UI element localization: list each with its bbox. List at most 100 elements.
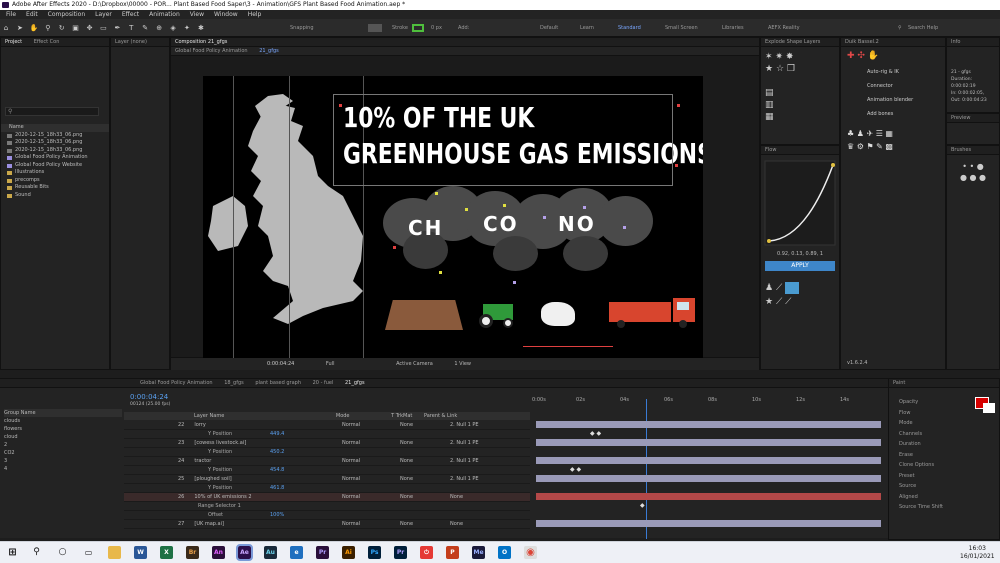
search-help[interactable]: Search Help — [908, 25, 938, 31]
rig-icon[interactable]: ✣ — [857, 51, 865, 61]
tab-preview[interactable]: Preview — [947, 114, 999, 123]
explode-star-icon[interactable]: ✸ — [786, 52, 794, 62]
illustrator-icon[interactable]: Ai — [342, 546, 355, 559]
project-item[interactable]: 2020-12-15_18h33_06.png — [1, 147, 109, 155]
menu-composition[interactable]: Composition — [48, 11, 85, 18]
anchor-point[interactable] — [465, 208, 468, 211]
hand-tool-icon[interactable]: ✋ — [30, 24, 39, 32]
duik-tool-icon[interactable]: ⚑ — [866, 142, 873, 151]
timeline-tab-active[interactable]: 21_gfgs — [345, 380, 365, 386]
bridge-icon[interactable]: Br — [186, 546, 199, 559]
tab-project[interactable]: Project — [5, 39, 22, 45]
timeline-timecode[interactable]: 0:00:04:24 — [130, 393, 168, 401]
pen-tool-icon[interactable]: ✒ — [113, 24, 121, 32]
layer-row[interactable]: 23 [cowess livestock.ai] Normal None 2. Nul… — [124, 439, 530, 448]
anchor-point[interactable] — [513, 281, 516, 284]
edge-icon[interactable]: e — [290, 546, 303, 559]
group-item[interactable]: clouds — [4, 417, 122, 425]
layer-duration-bar[interactable] — [536, 439, 881, 446]
group-item[interactable]: flowers — [4, 425, 122, 433]
property-row[interactable]: Y Position 454.8 — [124, 466, 530, 475]
anchor-point[interactable] — [623, 226, 626, 229]
rectangle-tool-icon[interactable]: ▭ — [99, 24, 107, 32]
workspace-libraries[interactable]: Libraries — [722, 25, 744, 31]
layer-duration-bar[interactable] — [536, 475, 881, 482]
apply-button[interactable]: APPLY — [765, 261, 835, 271]
camera-dropdown[interactable]: Active Camera — [396, 361, 433, 367]
anchor-point[interactable] — [677, 104, 680, 107]
group-item[interactable]: 4 — [4, 465, 122, 473]
duik-tool-icon[interactable]: ♟ — [857, 129, 864, 138]
bone-icon[interactable]: ✚ — [847, 51, 855, 61]
duik-add-bones[interactable]: Add bones — [867, 107, 945, 121]
workspace-learn[interactable]: Learn — [580, 25, 594, 31]
workspace-aefx-reality[interactable]: AEFX Reality — [768, 25, 800, 31]
duik-tool-icon[interactable]: ♣ — [847, 129, 854, 138]
group-item[interactable]: 3 — [4, 457, 122, 465]
puppet-tool-icon[interactable]: ✱ — [197, 24, 205, 32]
brush-preset-icon[interactable]: • — [970, 162, 975, 171]
zoom-tool-icon[interactable]: ⚲ — [44, 24, 52, 32]
ease-values[interactable]: 0.92, 0.13, 0.89, 1 — [761, 251, 839, 257]
stroke-swatch[interactable] — [412, 24, 424, 32]
powerpoint-icon[interactable]: P — [446, 546, 459, 559]
keyframe-icon[interactable]: ◆ ◆ — [590, 430, 601, 437]
eraser-tool-icon[interactable]: ◈ — [169, 24, 177, 32]
layer-row[interactable]: 25 [ploughed soil] Normal None 2. Null 1 PE — [124, 475, 530, 484]
brush-preset-icon[interactable]: ● — [970, 173, 977, 182]
menu-edit[interactable]: Edit — [26, 11, 38, 18]
curve-preset-selected[interactable] — [785, 281, 800, 294]
workspace-default[interactable]: Default — [540, 25, 558, 31]
anchor-point[interactable] — [435, 192, 438, 195]
tab-paint[interactable]: Paint — [889, 379, 999, 388]
shape-icon[interactable]: ▥ — [765, 100, 774, 110]
tab-explode-shape-layers[interactable]: Explode Shape Layers — [761, 38, 839, 47]
layer-row-selected[interactable]: 26 10% of UK emissions 2 Normal None None — [124, 493, 530, 502]
layer-duration-bar[interactable] — [536, 421, 881, 428]
excel-icon[interactable]: X — [160, 546, 173, 559]
duik-tool-icon[interactable]: ♛ — [847, 142, 854, 151]
clone-tool-icon[interactable]: ⊕ — [155, 24, 163, 32]
col-layer-name[interactable]: Layer Name — [194, 413, 224, 419]
menu-view[interactable]: View — [190, 11, 204, 18]
duik-tool-icon[interactable]: ▩ — [885, 142, 893, 151]
project-name-header[interactable]: Name — [1, 124, 109, 132]
tab-brushes[interactable]: Brushes — [947, 146, 999, 155]
anchor-point[interactable] — [339, 104, 342, 107]
anchor-point[interactable] — [543, 216, 546, 219]
overlord-icon[interactable]: ▤ — [765, 88, 774, 98]
search-help-icon[interactable]: ⚲ — [898, 25, 902, 31]
type-tool-icon[interactable]: T — [127, 24, 135, 32]
keyframe-icon[interactable]: ◆ — [640, 502, 645, 509]
media-encoder-icon[interactable]: Me — [472, 546, 485, 559]
explode-star-icon[interactable]: ✶ — [765, 52, 773, 62]
tab-effect-controls[interactable]: Effect Con — [34, 39, 60, 45]
anchor-point[interactable] — [439, 271, 442, 274]
property-row[interactable]: Offset 100% — [124, 511, 530, 520]
keyframe-icon[interactable]: ◆ ◆ — [570, 466, 581, 473]
curve-preset-icon[interactable]: ⟋ — [776, 297, 782, 307]
duik-tool-icon[interactable]: ☰ — [876, 129, 883, 138]
shape-icon[interactable]: ▦ — [765, 112, 774, 122]
hand-icon[interactable]: ✋ — [868, 51, 879, 61]
duik-tool-icon[interactable]: ✎ — [876, 142, 883, 151]
stroke-width[interactable]: 0 px — [431, 25, 442, 31]
explode-star-icon[interactable]: ✷ — [775, 52, 783, 62]
premiere-rush-icon[interactable]: Pr — [394, 546, 407, 559]
duik-tool-icon[interactable]: ▦ — [885, 129, 893, 138]
word-icon[interactable]: W — [134, 546, 147, 559]
playhead[interactable] — [646, 399, 647, 539]
project-item[interactable]: 2020-12-15_18h33_06.png — [1, 139, 109, 147]
after-effects-icon[interactable]: Ae — [236, 544, 253, 561]
time-ruler[interactable]: 0:00s 02s 04s 06s 08s 10s 12s 14s — [532, 397, 884, 409]
property-row[interactable]: Y Position 461.8 — [124, 484, 530, 493]
layer-duration-bar[interactable] — [536, 457, 881, 464]
timeline-tab[interactable]: Global Food Policy Animation — [140, 380, 213, 386]
preset-icon[interactable]: ♟ — [765, 283, 773, 293]
group-item[interactable]: cloud — [4, 433, 122, 441]
add-label[interactable]: Add: — [458, 25, 469, 31]
project-item[interactable]: Global Food Policy Website — [1, 162, 109, 170]
premiere-icon[interactable]: Pr — [316, 546, 329, 559]
project-item[interactable]: 2020-12-15_18h33_06.png — [1, 132, 109, 140]
curve-preset-icon[interactable]: ⟋ — [785, 297, 791, 307]
